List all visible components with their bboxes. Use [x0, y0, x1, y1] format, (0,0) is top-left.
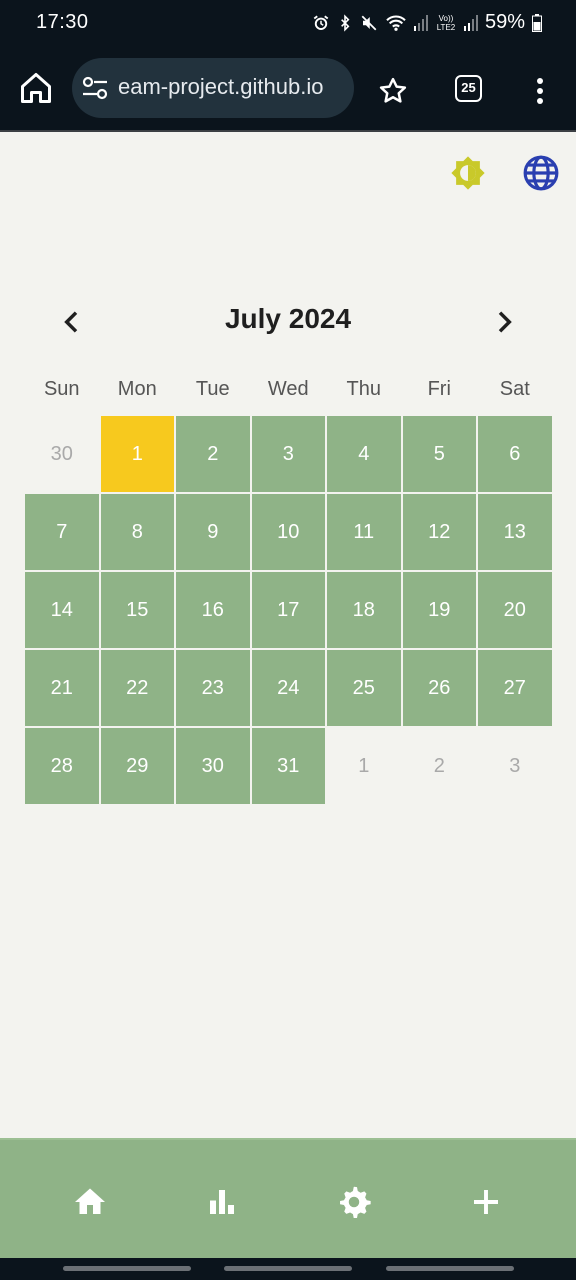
- previous-month-icon[interactable]: [56, 306, 88, 338]
- bluetooth-icon: [341, 13, 350, 32]
- calendar-day[interactable]: 16: [175, 571, 251, 649]
- calendar-day[interactable]: 14: [24, 571, 100, 649]
- battery-percent: 59%: [484, 11, 525, 33]
- url-text[interactable]: eam-project.github.io: [118, 74, 348, 100]
- browser-home-icon[interactable]: [18, 70, 54, 106]
- calendar-day[interactable]: 21: [24, 649, 100, 727]
- calendar-day[interactable]: 29: [99, 727, 175, 805]
- calendar-day[interactable]: 24: [250, 649, 326, 727]
- calendar-grid: 30 1 2 3 4 5 6 7 8 9 10 11 12 13 14 15 16 17 18 19 20 21 22 23 2…: [24, 415, 553, 805]
- weekday-label: Thu: [346, 378, 381, 400]
- calendar-day[interactable]: 23: [175, 649, 251, 727]
- calendar-day[interactable]: 7: [24, 493, 100, 571]
- home-icon[interactable]: [72, 1184, 108, 1220]
- calendar-day[interactable]: 31: [250, 727, 326, 805]
- calendar-day[interactable]: 9: [175, 493, 251, 571]
- status-bar: 17:30 Vo)) LTE2 59%: [0, 0, 576, 46]
- status-icons: Vo)) LTE2 59%: [312, 11, 542, 34]
- address-bar[interactable]: eam-project.github.io: [72, 58, 354, 118]
- calendar-day-today[interactable]: 1: [99, 415, 175, 493]
- calendar-day[interactable]: 18: [326, 571, 402, 649]
- browser-toolbar: eam-project.github.io 25: [0, 46, 576, 132]
- tab-switcher-button[interactable]: 25: [455, 75, 482, 102]
- next-month-icon[interactable]: [488, 306, 520, 338]
- more-menu-icon[interactable]: [530, 76, 550, 106]
- calendar-day[interactable]: 27: [477, 649, 553, 727]
- calendar-day[interactable]: 12: [401, 493, 477, 571]
- calendar-day[interactable]: 13: [477, 493, 553, 571]
- weekday-label: Tue: [195, 378, 230, 400]
- nav-gesture-handle[interactable]: [63, 1266, 191, 1271]
- signal-icon: [413, 14, 428, 31]
- weekday-label: Mon: [117, 378, 157, 400]
- battery-icon: [532, 13, 542, 32]
- settings-icon[interactable]: [336, 1184, 372, 1220]
- nav-gesture-handle[interactable]: [386, 1266, 514, 1271]
- bookmark-star-icon[interactable]: [378, 76, 408, 106]
- calendar-day[interactable]: 26: [401, 649, 477, 727]
- calendar-day[interactable]: 30: [175, 727, 251, 805]
- add-icon[interactable]: [468, 1184, 504, 1220]
- wifi-icon: [386, 15, 406, 31]
- bar-chart-icon[interactable]: [204, 1184, 240, 1220]
- globe-icon[interactable]: [522, 154, 560, 192]
- calendar-day[interactable]: 3: [250, 415, 326, 493]
- calendar-day-outside: 2: [401, 727, 477, 805]
- calendar-day[interactable]: 20: [477, 571, 553, 649]
- calendar-day[interactable]: 17: [250, 571, 326, 649]
- status-time: 17:30: [36, 11, 89, 33]
- calendar-day[interactable]: 10: [250, 493, 326, 571]
- calendar-day-outside: 3: [477, 727, 553, 805]
- weekday-label: Sat: [499, 378, 530, 400]
- calendar-day-outside: 1: [326, 727, 402, 805]
- weekday-label: Wed: [267, 378, 309, 400]
- weekday-label: Fri: [427, 378, 451, 400]
- bottom-navigation: [0, 1138, 576, 1258]
- calendar-day[interactable]: 15: [99, 571, 175, 649]
- brightness-icon[interactable]: [449, 154, 487, 192]
- mute-icon: [361, 15, 377, 30]
- signal-icon-2: [463, 14, 478, 31]
- alarm-icon: [313, 15, 329, 30]
- network-label: Vo)) LTE2: [436, 13, 456, 32]
- weekday-label: Sun: [43, 378, 80, 400]
- month-title: July 2024: [224, 303, 352, 334]
- calendar-day[interactable]: 28: [24, 727, 100, 805]
- calendar-day-outside: 30: [24, 415, 100, 493]
- calendar-day[interactable]: 19: [401, 571, 477, 649]
- calendar-day[interactable]: 25: [326, 649, 402, 727]
- site-settings-icon[interactable]: [82, 76, 108, 100]
- calendar-day[interactable]: 22: [99, 649, 175, 727]
- calendar-day[interactable]: 4: [326, 415, 402, 493]
- weekday-header: Sun Mon Tue Wed Thu Fri Sat: [24, 378, 552, 401]
- system-gesture-bar: [0, 1258, 576, 1280]
- calendar-day[interactable]: 8: [99, 493, 175, 571]
- calendar-day[interactable]: 2: [175, 415, 251, 493]
- calendar-day[interactable]: 6: [477, 415, 553, 493]
- calendar-day[interactable]: 5: [401, 415, 477, 493]
- calendar-day[interactable]: 11: [326, 493, 402, 571]
- nav-gesture-handle[interactable]: [224, 1266, 352, 1271]
